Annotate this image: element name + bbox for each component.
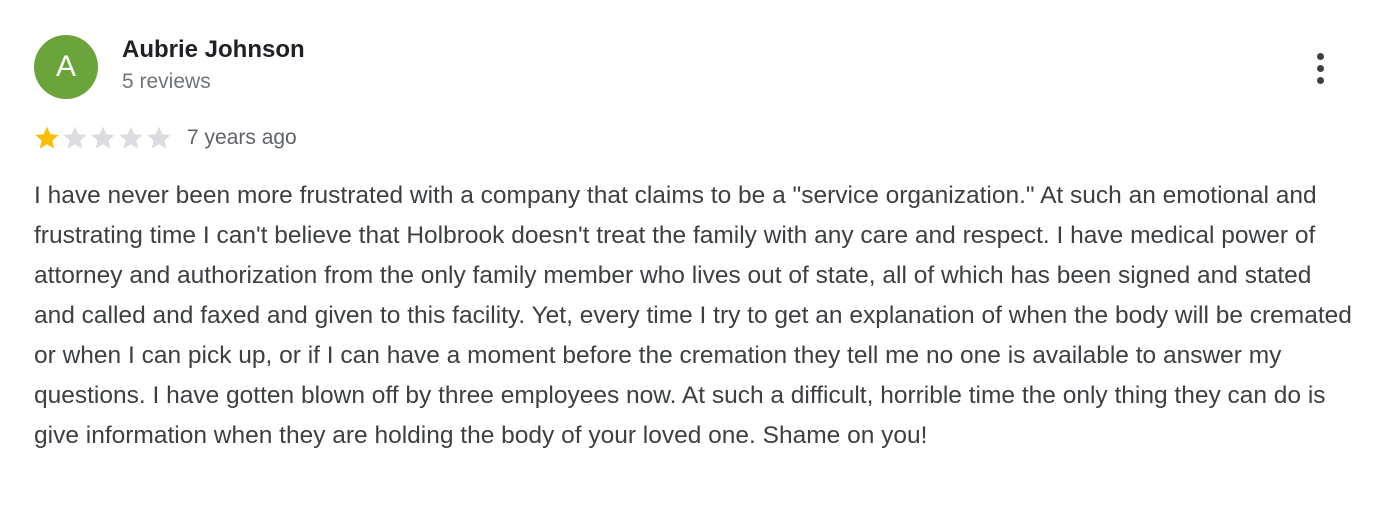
author-name[interactable]: Aubrie Johnson [122,36,305,64]
more-vert-dot [1316,52,1324,60]
star-empty-icon [91,126,115,149]
star-rating [33,124,173,152]
avatar-initial: A [55,50,76,83]
avatar[interactable]: A [34,35,98,99]
rating-row: 7 years ago [33,124,297,152]
more-vert-dot [1316,64,1324,72]
star-empty-icon [147,126,171,149]
review-card: A Aubrie Johnson 5 reviews 7 years ago I… [0,0,1392,524]
star-filled-icon [35,126,59,149]
review-text: I have never been more frustrated with a… [34,182,1352,449]
more-options-button[interactable] [1304,46,1336,90]
review-count[interactable]: 5 reviews [122,70,211,94]
star-empty-icon [119,126,143,149]
more-vert-icon [1316,52,1324,84]
more-vert-dot [1316,76,1324,84]
review-time: 7 years ago [187,126,297,149]
star-empty-icon [63,126,87,149]
